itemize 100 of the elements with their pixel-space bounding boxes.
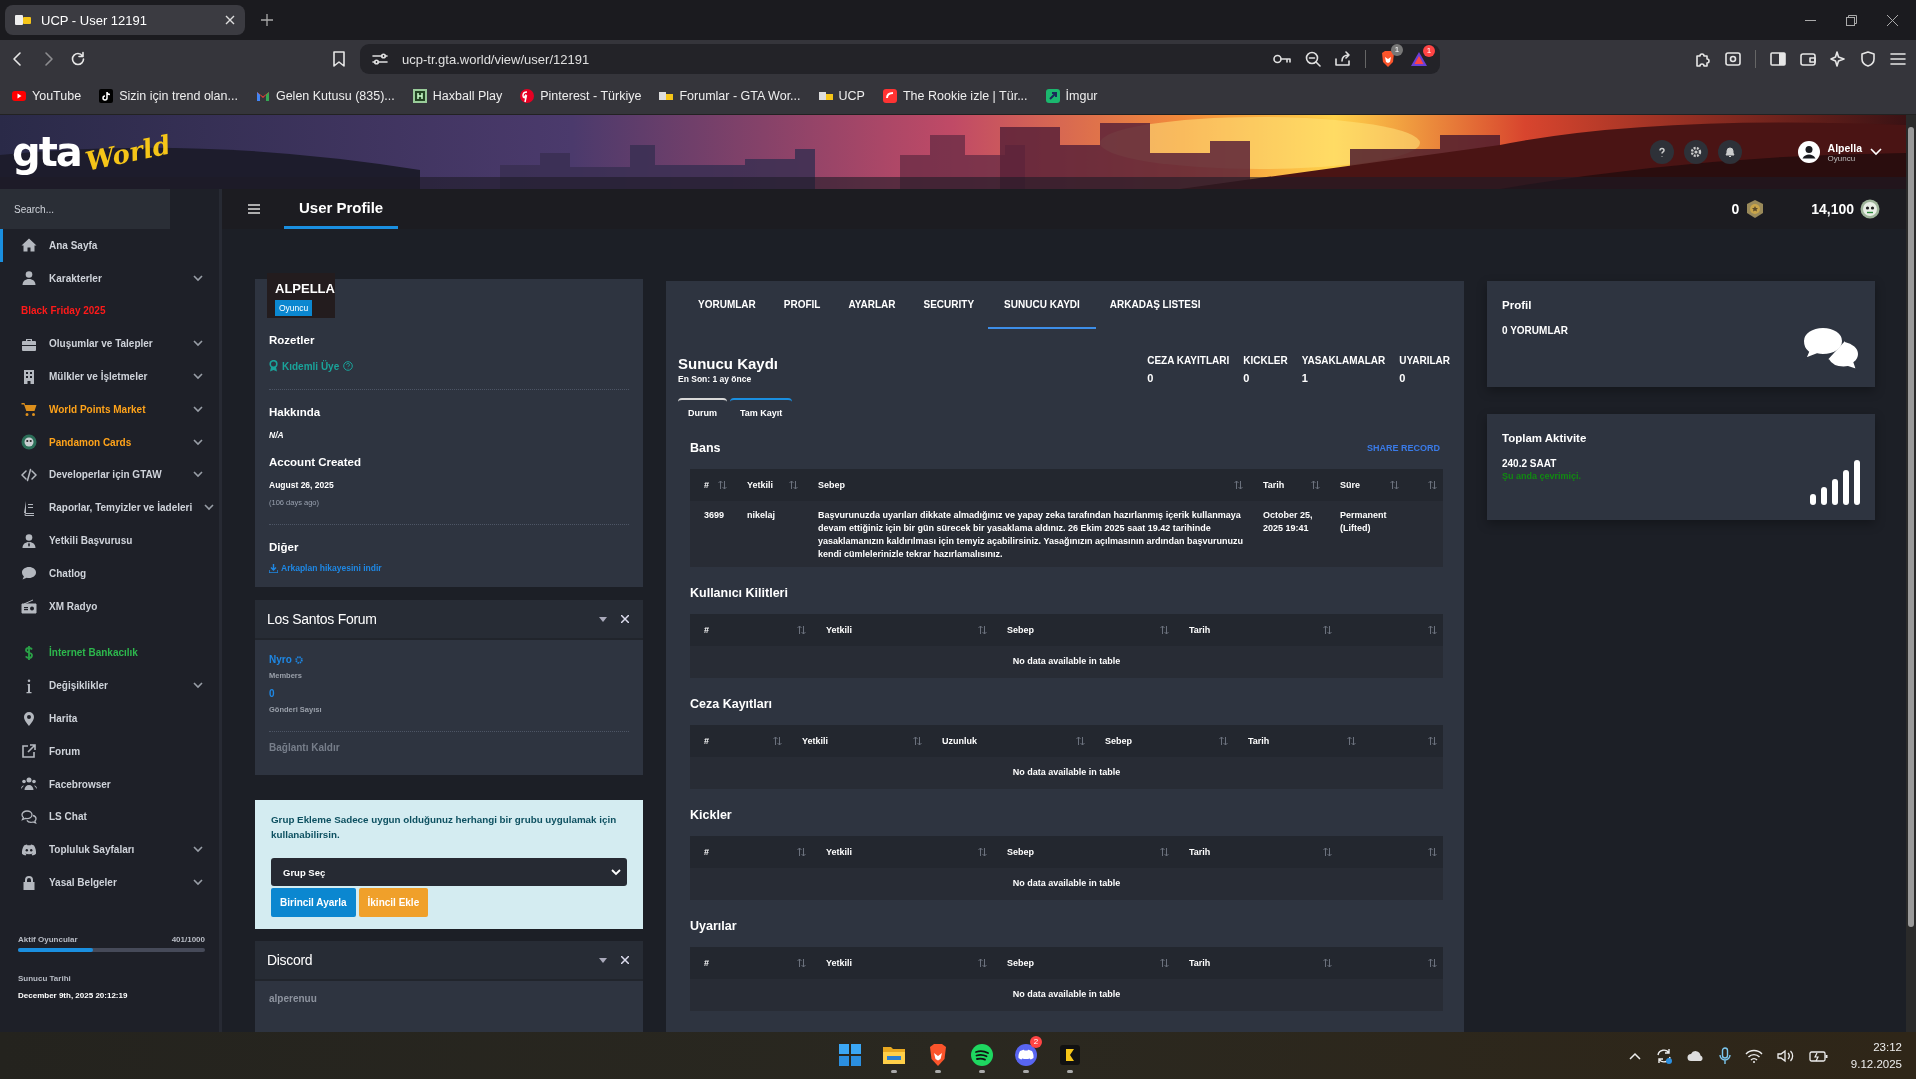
sort-icon[interactable] xyxy=(1160,958,1169,969)
sidebar-item[interactable]: Ana Sayfa xyxy=(0,229,219,262)
sort-icon[interactable] xyxy=(797,847,806,858)
bookmark-icon[interactable] xyxy=(332,51,346,67)
column-header[interactable]: Yetkili xyxy=(826,958,852,969)
column-header[interactable]: Tarih xyxy=(1189,847,1211,858)
search-tab-icon[interactable] xyxy=(1725,51,1741,67)
column-header[interactable]: Tarih xyxy=(1263,480,1285,490)
column-header[interactable]: Sebep xyxy=(1007,958,1034,969)
sort-icon[interactable] xyxy=(1390,480,1399,490)
sort-icon[interactable] xyxy=(913,736,922,747)
chevron-down-icon[interactable] xyxy=(204,504,215,512)
close-icon[interactable] xyxy=(1887,14,1898,26)
sidebar-item[interactable]: Black Friday 2025 xyxy=(0,294,219,328)
user-name[interactable]: Alpella xyxy=(1827,141,1862,154)
sync-icon[interactable] xyxy=(1654,1046,1673,1065)
bookmark-link[interactable]: İmgur xyxy=(1043,87,1100,105)
wallet-icon[interactable] xyxy=(1800,51,1816,67)
caret-down-icon[interactable] xyxy=(599,616,607,622)
set-primary-button[interactable]: Birincil Ayarla xyxy=(271,888,356,918)
column-header[interactable]: Uzunluk xyxy=(942,736,977,747)
column-header[interactable]: # xyxy=(704,625,709,636)
chevron-down-icon[interactable] xyxy=(193,340,203,348)
chevron-down-icon[interactable] xyxy=(193,682,203,690)
sub-tab[interactable]: Durum xyxy=(678,398,727,422)
sort-icon[interactable] xyxy=(1428,958,1437,969)
column-header[interactable]: Yetkili xyxy=(826,847,852,858)
sidebar-item[interactable]: Değişiklikler xyxy=(0,669,219,703)
column-header[interactable]: Tarih xyxy=(1189,625,1211,636)
bookmark-link[interactable]: Haxball Play xyxy=(410,87,505,105)
sort-icon[interactable] xyxy=(1428,847,1437,858)
share-icon[interactable] xyxy=(1335,51,1351,67)
site-settings-icon[interactable] xyxy=(372,52,388,66)
menu-icon[interactable] xyxy=(1890,52,1906,66)
new-tab-icon[interactable] xyxy=(261,14,273,26)
column-header[interactable]: Sebep xyxy=(818,480,845,490)
zoom-out-icon[interactable] xyxy=(1305,51,1321,67)
sort-icon[interactable] xyxy=(797,958,806,969)
chevron-down-icon[interactable] xyxy=(193,846,203,854)
chevron-down-icon[interactable] xyxy=(193,405,203,413)
bookmark-link[interactable]: Forumlar - GTA Wor... xyxy=(657,87,803,105)
profile-tab[interactable]: PROFIL xyxy=(769,281,835,329)
column-header[interactable]: Tarih xyxy=(1248,736,1270,747)
sort-icon[interactable] xyxy=(1347,736,1356,747)
sort-icon[interactable] xyxy=(1234,480,1243,490)
wifi-icon[interactable] xyxy=(1744,1048,1763,1063)
sidebar-item[interactable]: Developerlar için GTAW xyxy=(0,458,219,492)
sparkle-icon[interactable] xyxy=(1830,51,1846,67)
sort-icon[interactable] xyxy=(789,480,798,490)
sub-tab[interactable]: Tam Kayıt xyxy=(730,398,793,422)
sort-icon[interactable] xyxy=(718,480,727,490)
sort-icon[interactable] xyxy=(1323,625,1332,636)
column-header[interactable]: Sebep xyxy=(1105,736,1132,747)
lion-shield-icon[interactable] xyxy=(1380,50,1396,68)
column-header[interactable]: # xyxy=(704,480,709,490)
column-header[interactable]: Tarih xyxy=(1189,958,1211,969)
chevron-down-icon[interactable] xyxy=(193,373,203,381)
avatar-icon[interactable] xyxy=(1797,141,1820,163)
reload-icon[interactable] xyxy=(70,51,86,67)
menu-icon[interactable] xyxy=(248,204,260,214)
column-header[interactable]: Sebep xyxy=(1007,625,1034,636)
profile-tab[interactable]: AYARLAR xyxy=(834,281,910,329)
battery-icon[interactable] xyxy=(1808,1048,1829,1063)
key-icon[interactable] xyxy=(1273,53,1291,65)
restore-icon[interactable] xyxy=(1846,14,1857,26)
bookmark-link[interactable]: Gelen Kutusu (835)... xyxy=(253,87,397,105)
triangle-icon[interactable] xyxy=(1410,51,1428,67)
browser-tab[interactable]: UCP - User 12191 xyxy=(5,5,245,35)
sort-icon[interactable] xyxy=(1311,480,1320,490)
volume-icon[interactable] xyxy=(1776,1048,1795,1063)
sidebar-item[interactable]: Yasal Belgeler xyxy=(0,866,219,899)
chevron-down-icon[interactable] xyxy=(193,879,203,887)
column-header[interactable]: Sebep xyxy=(1007,847,1034,858)
bookmark-link[interactable]: UCP xyxy=(816,87,867,105)
chevron-up-icon[interactable] xyxy=(1628,1051,1641,1060)
sort-icon[interactable] xyxy=(1160,847,1169,858)
chevron-down-icon[interactable] xyxy=(193,471,203,479)
address-bar[interactable]: ucp-tr.gta.world/view/user/12191 1 1 xyxy=(360,44,1440,74)
sidebar-item[interactable]: Chatlog xyxy=(0,556,219,590)
sidebar-item[interactable]: World Points Market xyxy=(0,393,219,426)
microphone-icon[interactable] xyxy=(1718,1046,1731,1065)
search-field[interactable]: Search... xyxy=(0,189,170,229)
sidebar-item[interactable]: Forum xyxy=(0,734,219,768)
profile-tab[interactable]: SECURITY xyxy=(909,281,989,329)
column-header[interactable]: # xyxy=(704,736,709,747)
sidebar-item[interactable]: LS Chat xyxy=(0,800,219,834)
sort-icon[interactable] xyxy=(773,736,782,747)
sort-icon[interactable] xyxy=(1076,736,1085,747)
sidebar-item[interactable]: Karakterler xyxy=(0,261,219,295)
sort-icon[interactable] xyxy=(1428,480,1437,490)
shield-icon[interactable] xyxy=(1860,51,1876,67)
sort-icon[interactable] xyxy=(1428,625,1437,636)
caret-down-icon[interactable] xyxy=(599,957,607,963)
sidebar-item[interactable]: Raporlar, Temyizler ve İadeleri xyxy=(0,491,219,525)
group-select[interactable]: Grup Seç xyxy=(271,858,627,887)
sort-icon[interactable] xyxy=(978,625,987,636)
bookmark-link[interactable]: The Rookie izle | Tür... xyxy=(880,87,1030,105)
sidebar-item[interactable]: Facebrowser xyxy=(0,767,219,801)
sort-icon[interactable] xyxy=(1219,736,1228,747)
sidebar-item[interactable]: Topluluk Sayfaları xyxy=(0,833,219,867)
